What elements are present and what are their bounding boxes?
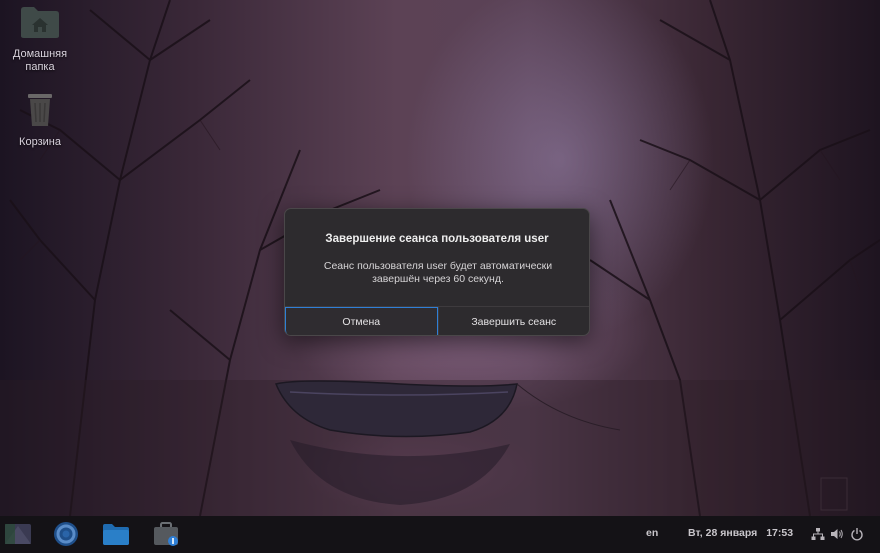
- dialog-button-row: Отмена Завершить сеанс: [285, 306, 590, 335]
- logout-dialog: Завершение сеанса пользователя user Сеан…: [284, 208, 590, 336]
- cancel-button[interactable]: Отмена: [285, 307, 438, 335]
- clock[interactable]: Вт, 28 января 17:53: [688, 527, 793, 539]
- dialog-message: Сеанс пользователя user будет автоматиче…: [323, 260, 553, 285]
- volume-tray-button[interactable]: [829, 526, 845, 542]
- network-icon: [811, 528, 825, 540]
- show-desktop-button[interactable]: [4, 520, 32, 548]
- dialog-title: Завершение сеанса пользователя user: [325, 233, 549, 245]
- app-store-button[interactable]: [152, 520, 180, 548]
- taskbar: en Вт, 28 января 17:53: [0, 516, 880, 553]
- trash-icon: [5, 90, 75, 132]
- desktop-icon-trash[interactable]: Корзина: [5, 90, 75, 149]
- desktop-icon: [5, 524, 31, 544]
- desktop-icon-home-folder[interactable]: Домашняя папка: [5, 4, 75, 74]
- volume-icon: [831, 529, 843, 539]
- clock-time: 17:53: [766, 527, 794, 539]
- browser-icon: [54, 522, 78, 546]
- desktop-icon-label: Корзина: [19, 136, 61, 148]
- clock-date: Вт, 28 января: [688, 527, 758, 539]
- browser-button[interactable]: [52, 520, 80, 548]
- logout-button[interactable]: Завершить сеанс: [437, 307, 590, 335]
- home-folder-icon: [5, 4, 75, 44]
- desktop-icon-label: Домашняя папка: [12, 48, 68, 73]
- network-tray-button[interactable]: [810, 526, 826, 542]
- keyboard-layout-indicator[interactable]: en: [646, 527, 658, 539]
- power-icon: [851, 528, 863, 541]
- file-manager-icon: [103, 524, 129, 545]
- app-store-icon: [154, 522, 178, 546]
- file-manager-button[interactable]: [102, 520, 130, 548]
- power-tray-button[interactable]: [849, 526, 865, 542]
